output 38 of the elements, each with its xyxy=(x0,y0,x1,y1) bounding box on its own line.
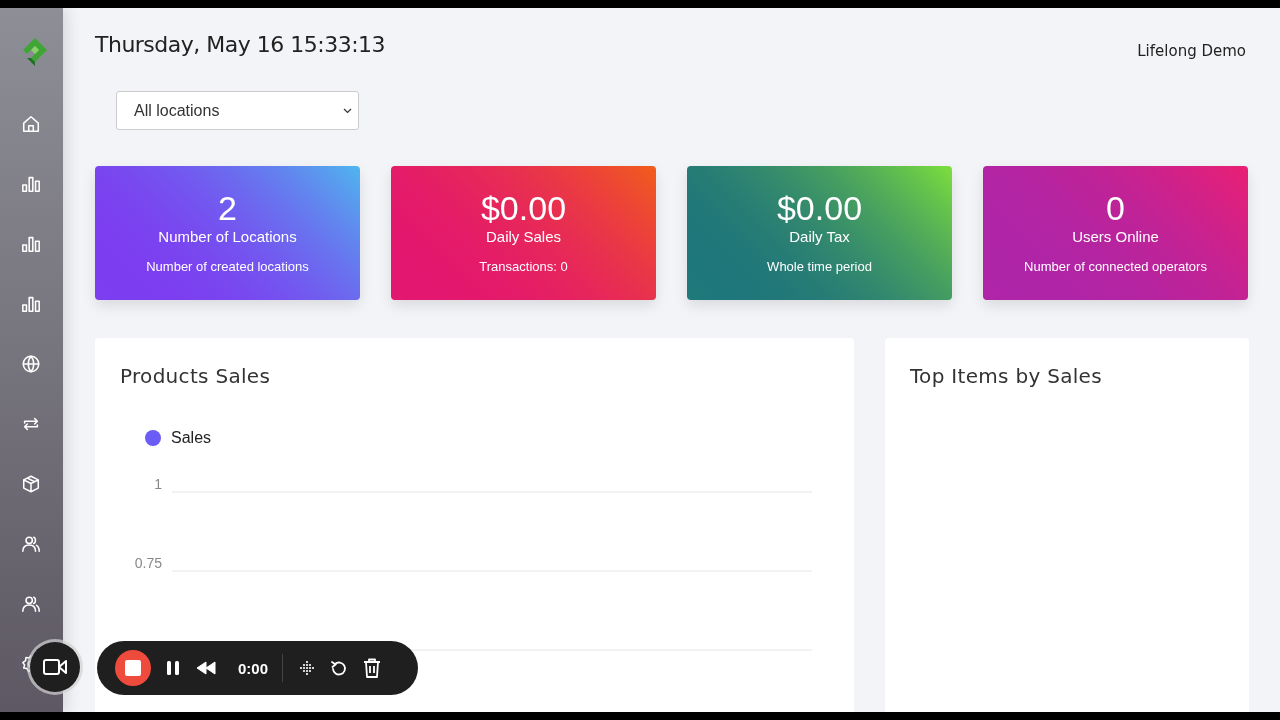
stat-title: Daily Tax xyxy=(789,228,850,245)
restart-icon[interactable] xyxy=(331,659,348,677)
stat-value: 2 xyxy=(218,190,237,226)
stat-subtitle: Number of connected operators xyxy=(1024,259,1207,274)
axis-label: 1 xyxy=(154,476,162,492)
bar-chart-icon[interactable] xyxy=(20,234,41,254)
users-icon[interactable] xyxy=(20,534,41,554)
stat-subtitle: Whole time period xyxy=(767,259,872,274)
camera-button[interactable] xyxy=(30,642,80,692)
legend-label: Sales xyxy=(171,429,212,447)
stat-value: $0.00 xyxy=(480,190,567,226)
timer: 0:00 xyxy=(238,659,269,677)
video-camera-icon xyxy=(43,658,67,676)
stat-subtitle: Transactions: 0 xyxy=(479,259,568,274)
trash-icon[interactable] xyxy=(363,658,382,678)
bar-chart-icon[interactable] xyxy=(20,294,41,314)
bar-chart-icon[interactable] xyxy=(20,174,41,194)
users-icon[interactable] xyxy=(20,594,41,614)
pause-icon[interactable] xyxy=(166,660,180,676)
stat-value: 0 xyxy=(1106,190,1125,226)
panel-title: Products Sales xyxy=(120,364,272,388)
user-link[interactable]: Lifelong Demo xyxy=(1137,42,1246,60)
stat-value: $0.00 xyxy=(776,190,863,226)
axis-label: 0.75 xyxy=(134,555,162,571)
panel-title: Top Items by Sales xyxy=(910,364,1103,388)
location-dropdown[interactable]: All locations xyxy=(116,91,359,130)
grid-dots-icon[interactable] xyxy=(299,660,316,676)
stat-title: Daily Sales xyxy=(486,228,561,245)
stop-button[interactable] xyxy=(115,650,151,686)
stat-title: Users Online xyxy=(1072,228,1159,245)
stat-title: Number of Locations xyxy=(158,228,297,245)
home-icon[interactable] xyxy=(20,114,41,134)
box-icon[interactable] xyxy=(20,474,41,494)
rewind-icon[interactable] xyxy=(196,661,216,675)
globe-icon[interactable] xyxy=(20,354,41,374)
date-time: Thursday, May 16 15:33:13 xyxy=(95,32,386,57)
chevron-icon xyxy=(343,107,352,114)
stat-subtitle: Number of created locations xyxy=(146,259,309,274)
